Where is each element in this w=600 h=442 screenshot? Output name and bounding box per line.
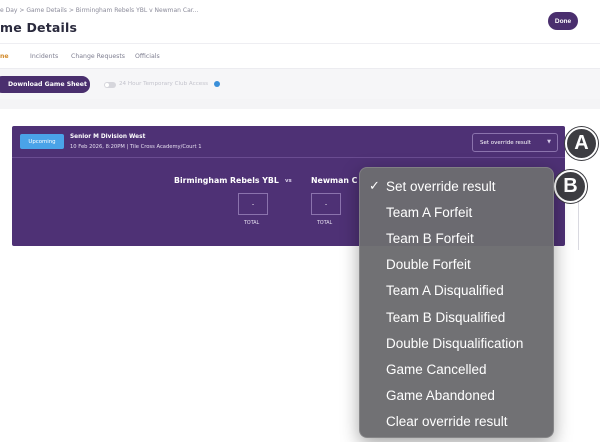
page-title: me Details <box>0 20 78 35</box>
callout-a: A <box>565 127 598 160</box>
menu-item-set-override-result[interactable]: ✓ Set override result <box>360 173 553 199</box>
breadcrumb-item-current-game: Birmingham Rebels YBL v Newman Car... <box>75 7 199 14</box>
header-divider <box>0 43 600 44</box>
breadcrumb-separator: > <box>68 7 74 14</box>
team-b-name: Newman C <box>311 176 358 185</box>
team-a-total-label: TOTAL <box>244 221 260 226</box>
menu-item-label: Team A Disqualified <box>386 282 504 298</box>
menu-item-double-forfeit[interactable]: Double Forfeit <box>360 251 553 277</box>
tab-officials[interactable]: Officials <box>135 53 160 60</box>
breadcrumb-item-game-details[interactable]: Game Details <box>26 7 67 14</box>
status-badge: Upcoming <box>20 134 64 149</box>
menu-item-team-a-disqualified[interactable]: Team A Disqualified <box>360 277 553 303</box>
override-result-select[interactable]: Set override result ▼ <box>472 133 558 152</box>
menu-item-label: Game Abandoned <box>386 387 495 403</box>
team-a-name: Birmingham Rebels YBL <box>174 176 279 185</box>
menu-item-double-disqualification[interactable]: Double Disqualification <box>360 330 553 356</box>
versus-label: vs <box>285 178 292 184</box>
override-result-dropdown-menu: ✓ Set override result Team A Forfeit Tea… <box>359 167 554 438</box>
temporary-access-label: 24 Hour Temporary Club Access <box>119 81 209 87</box>
tab-game[interactable]: ne <box>0 53 9 60</box>
menu-item-team-a-forfeit[interactable]: Team A Forfeit <box>360 199 553 225</box>
menu-item-label: Team A Forfeit <box>386 204 473 220</box>
content-strip <box>0 99 600 109</box>
tab-incidents[interactable]: Incidents <box>30 53 58 60</box>
tab-change-requests[interactable]: Change Requests <box>71 53 125 60</box>
toolbar <box>0 69 600 99</box>
checkmark-icon: ✓ <box>369 178 380 193</box>
menu-item-team-b-disqualified[interactable]: Team B Disqualified <box>360 304 553 330</box>
division-name: Senior M Division West <box>70 134 146 140</box>
team-a-score-input[interactable]: - <box>238 193 268 215</box>
menu-item-label: Clear override result <box>386 413 508 429</box>
menu-item-team-b-forfeit[interactable]: Team B Forfeit <box>360 225 553 251</box>
breadcrumb-separator: > <box>19 7 25 14</box>
temporary-access-toggle[interactable] <box>104 82 116 88</box>
menu-item-label: Double Disqualification <box>386 335 524 351</box>
download-game-sheet-button[interactable]: Download Game Sheet <box>0 76 90 93</box>
menu-item-label: Team B Forfeit <box>386 230 474 246</box>
menu-item-label: Set override result <box>386 178 496 194</box>
menu-item-label: Team B Disqualified <box>386 309 506 325</box>
menu-item-label: Double Forfeit <box>386 256 471 272</box>
team-b-score-input[interactable]: - <box>311 193 341 215</box>
chevron-down-icon: ▼ <box>547 139 551 145</box>
menu-item-game-cancelled[interactable]: Game Cancelled <box>360 356 553 382</box>
game-datetime-venue: 10 Feb 2026, 8:20PM | Tile Cross Academy… <box>70 144 202 150</box>
menu-item-label: Game Cancelled <box>386 361 487 377</box>
menu-item-game-abandoned[interactable]: Game Abandoned <box>360 382 553 408</box>
menu-item-clear-override-result[interactable]: Clear override result <box>360 408 553 434</box>
team-b-total-label: TOTAL <box>317 221 333 226</box>
done-button[interactable]: Done <box>548 12 578 30</box>
override-result-value: Set override result <box>480 139 531 146</box>
callout-b: B <box>554 170 587 203</box>
breadcrumb-item-game-day[interactable]: e Day <box>0 7 17 14</box>
breadcrumb: e Day > Game Details > Birmingham Rebels… <box>0 7 198 14</box>
game-card-divider <box>12 157 565 158</box>
info-icon[interactable] <box>214 81 220 87</box>
download-game-sheet-label: Download Game Sheet <box>8 81 87 88</box>
